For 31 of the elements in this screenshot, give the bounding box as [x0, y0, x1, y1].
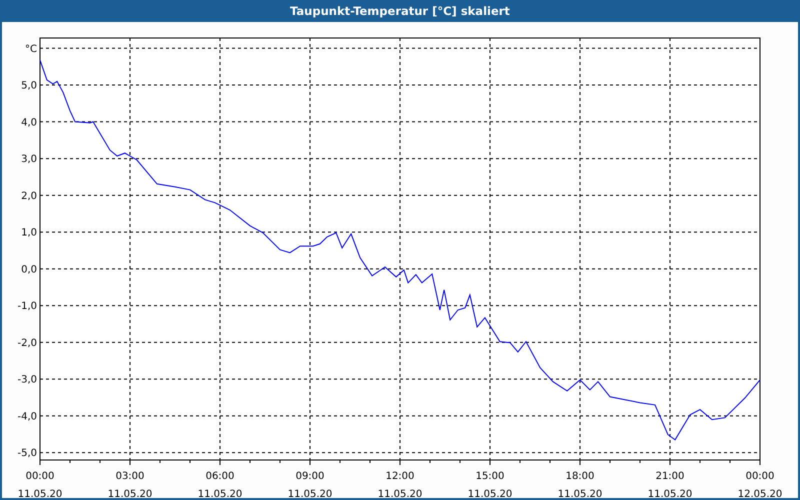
y-tick-label: 3,0	[21, 154, 37, 166]
y-tick-label: -2,0	[17, 338, 37, 349]
x-tick-label: 03:00	[116, 471, 144, 482]
y-tick-label: 1,0	[21, 228, 37, 239]
x-tick-label: 12:00	[386, 471, 414, 482]
x-tick-date: 11.05.20	[18, 489, 62, 498]
x-tick-label: 18:00	[566, 471, 594, 482]
y-tick-label: 4,0	[21, 117, 37, 128]
x-tick-date: 11.05.20	[198, 489, 242, 498]
x-tick-date: 11.05.20	[288, 489, 332, 498]
y-tick-label: °C	[25, 44, 37, 55]
y-tick-label: 5,0	[21, 80, 37, 92]
x-tick-label: 00:00	[26, 471, 54, 482]
y-tick-label: -5,0	[17, 448, 37, 460]
y-tick-label: -3,0	[17, 374, 37, 386]
x-tick-label: 06:00	[206, 471, 234, 482]
y-tick-label: -4,0	[17, 411, 37, 422]
y-tick-label: -1,0	[17, 301, 37, 312]
y-tick-label: 2,0	[21, 190, 37, 202]
x-tick-date: 11.05.20	[558, 489, 602, 498]
x-tick-date: 11.05.20	[468, 489, 512, 498]
x-tick-date: 11.05.20	[378, 489, 422, 498]
x-tick-label: 09:00	[296, 471, 324, 482]
x-tick-date: 12.05.20	[738, 489, 782, 498]
x-tick-label: 15:00	[476, 471, 504, 482]
x-tick-date: 11.05.20	[648, 489, 692, 498]
x-tick-label: 00:00	[746, 471, 774, 482]
x-tick-label: 21:00	[656, 471, 684, 482]
y-tick-label: 0,0	[21, 264, 37, 276]
window-title: Taupunkt-Temperatur [°C] skaliert	[0, 0, 800, 22]
x-tick-date: 11.05.20	[108, 489, 152, 498]
